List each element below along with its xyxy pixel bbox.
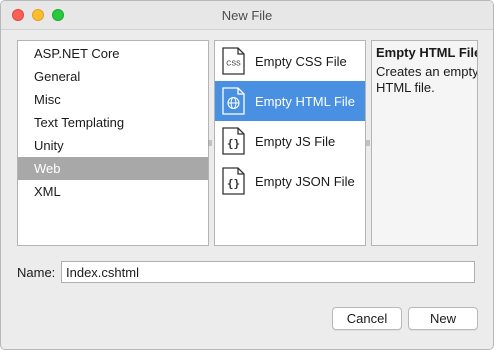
template-list: CSS Empty CSS File Empty HTML File {} Em… xyxy=(214,40,366,246)
splitter-handle[interactable] xyxy=(208,139,212,147)
template-label: Empty HTML File xyxy=(255,93,355,109)
cancel-button[interactable]: Cancel xyxy=(332,307,402,330)
category-item-general[interactable]: General xyxy=(18,65,208,88)
description-line: Creates an empty xyxy=(376,64,478,79)
category-item-xml[interactable]: XML xyxy=(18,180,208,203)
html-file-icon xyxy=(221,87,246,115)
category-item-misc[interactable]: Misc xyxy=(18,88,208,111)
js-file-icon: {} xyxy=(221,127,246,155)
template-label: Empty CSS File xyxy=(255,53,347,69)
new-file-dialog: New File ASP.NET Core General Misc Text … xyxy=(0,0,494,350)
category-list: ASP.NET Core General Misc Text Templatin… xyxy=(17,40,209,246)
template-item-empty-json-file[interactable]: {} Empty JSON File xyxy=(215,161,365,201)
window-title: New File xyxy=(221,8,273,23)
template-label: Empty JS File xyxy=(255,133,336,149)
title-bar: New File xyxy=(1,1,493,30)
category-item-web[interactable]: Web xyxy=(18,157,208,180)
description-panel: Empty HTML File Creates an empty HTML fi… xyxy=(371,40,478,246)
json-file-icon: {} xyxy=(221,167,246,195)
splitter-handle[interactable] xyxy=(366,139,370,147)
description-line: HTML file. xyxy=(376,80,435,95)
template-item-empty-css-file[interactable]: CSS Empty CSS File xyxy=(215,41,365,81)
svg-text:CSS: CSS xyxy=(226,61,241,68)
template-label: Empty JSON File xyxy=(255,173,355,189)
file-name-input[interactable] xyxy=(61,261,475,283)
category-item-text-templating[interactable]: Text Templating xyxy=(18,111,208,134)
svg-text:{}: {} xyxy=(227,137,240,150)
svg-text:{}: {} xyxy=(227,177,240,190)
name-label: Name: xyxy=(17,265,56,280)
category-item-unity[interactable]: Unity xyxy=(18,134,208,157)
css-file-icon: CSS xyxy=(221,47,246,75)
description-title: Empty HTML File xyxy=(376,45,478,60)
template-item-empty-html-file[interactable]: Empty HTML File xyxy=(215,81,365,121)
template-item-empty-js-file[interactable]: {} Empty JS File xyxy=(215,121,365,161)
description-text: Creates an empty HTML file. xyxy=(372,60,477,96)
new-button[interactable]: New xyxy=(408,307,478,330)
category-item-aspnet-core[interactable]: ASP.NET Core xyxy=(18,42,208,65)
